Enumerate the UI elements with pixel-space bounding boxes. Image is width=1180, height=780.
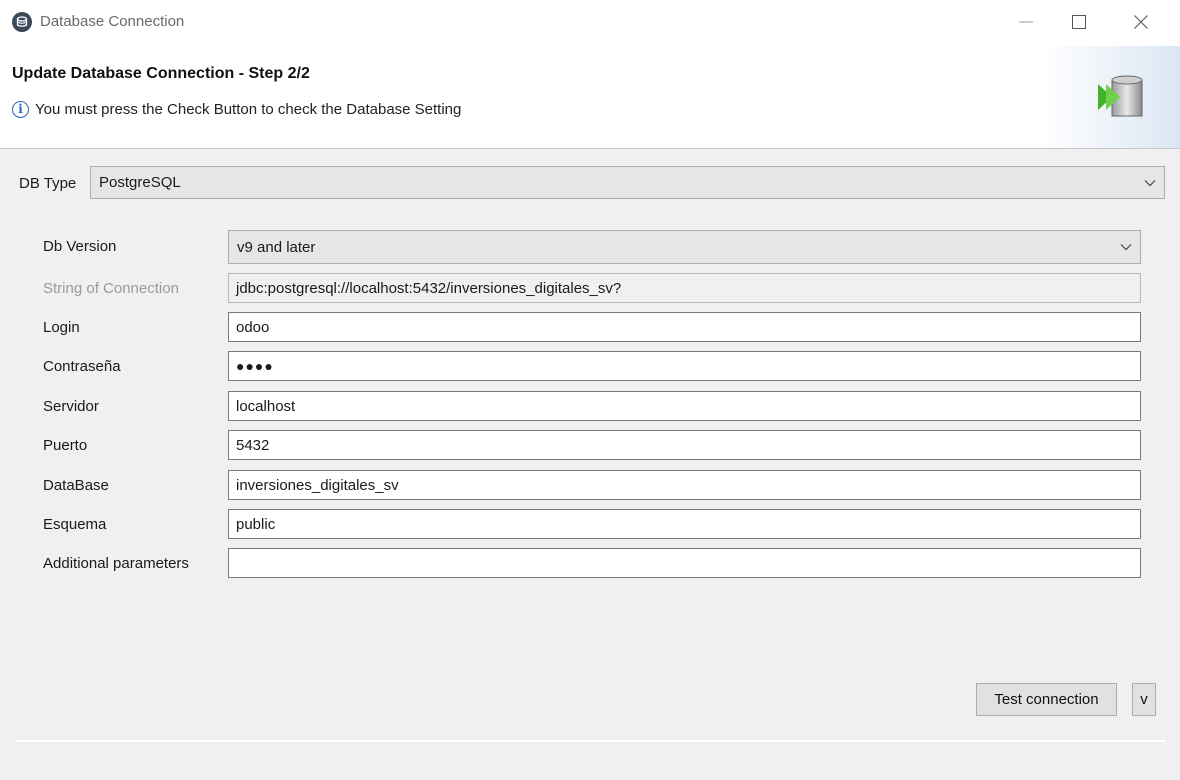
database-value: inversiones_digitales_sv	[236, 476, 399, 494]
info-text: You must press the Check Button to check…	[35, 101, 462, 118]
login-field[interactable]: odoo	[228, 312, 1141, 342]
close-icon	[1134, 15, 1148, 29]
db-type-label: DB Type	[19, 175, 77, 192]
password-field[interactable]: ●●●●	[228, 351, 1141, 381]
connection-string-label: String of Connection	[43, 280, 179, 297]
schema-label: Esquema	[43, 516, 107, 533]
header-separator	[0, 148, 1180, 149]
window-title: Database Connection	[40, 13, 185, 30]
connection-string-value: jdbc:postgresql://localhost:5432/inversi…	[236, 279, 622, 297]
db-version-value: v9 and later	[237, 238, 316, 256]
title-bar: Database Connection	[0, 0, 1180, 46]
login-label: Login	[43, 319, 80, 336]
v-button[interactable]: v	[1132, 683, 1156, 716]
chevron-down-icon	[1120, 244, 1132, 251]
info-icon: i	[12, 101, 29, 118]
page-title-step: - Step 2/2	[234, 65, 310, 82]
schema-field[interactable]: public	[228, 509, 1141, 539]
db-type-select[interactable]: PostgreSQL	[90, 166, 1165, 199]
password-label: Contraseña	[43, 358, 121, 375]
port-value: 5432	[236, 436, 270, 454]
connection-string-field[interactable]: jdbc:postgresql://localhost:5432/inversi…	[228, 273, 1141, 303]
database-wizard-icon	[1040, 46, 1180, 148]
info-message: i You must press the Check Button to che…	[12, 101, 461, 118]
additional-parameters-field[interactable]	[228, 548, 1141, 578]
chevron-down-icon	[1144, 179, 1156, 186]
page-title-main: Update Database Connection	[12, 65, 235, 82]
minimize-button[interactable]	[1003, 4, 1049, 40]
test-connection-button[interactable]: Test connection	[976, 683, 1117, 716]
server-label: Servidor	[43, 398, 99, 415]
maximize-icon	[1072, 15, 1086, 29]
port-field[interactable]: 5432	[228, 430, 1141, 460]
db-version-label: Db Version	[43, 238, 117, 255]
port-label: Puerto	[43, 437, 88, 454]
bottom-separator	[15, 740, 1166, 742]
db-version-select[interactable]: v9 and later	[228, 230, 1141, 264]
password-value: ●●●●	[236, 358, 274, 374]
db-type-value: PostgreSQL	[99, 174, 181, 191]
schema-value: public	[236, 515, 276, 533]
database-label: DataBase	[43, 477, 109, 494]
maximize-button[interactable]	[1056, 4, 1102, 40]
minimize-icon	[1019, 21, 1033, 23]
additional-parameters-label: Additional parameters	[43, 555, 189, 572]
login-value: odoo	[236, 318, 270, 336]
close-button[interactable]	[1118, 4, 1164, 40]
database-field[interactable]: inversiones_digitales_sv	[228, 470, 1141, 500]
page-title: Update Database Connection - Step 2/2	[12, 65, 310, 83]
app-icon	[12, 12, 32, 32]
server-field[interactable]: localhost	[228, 391, 1141, 421]
wizard-header: Update Database Connection - Step 2/2 i …	[0, 46, 1180, 148]
server-value: localhost	[236, 397, 296, 415]
